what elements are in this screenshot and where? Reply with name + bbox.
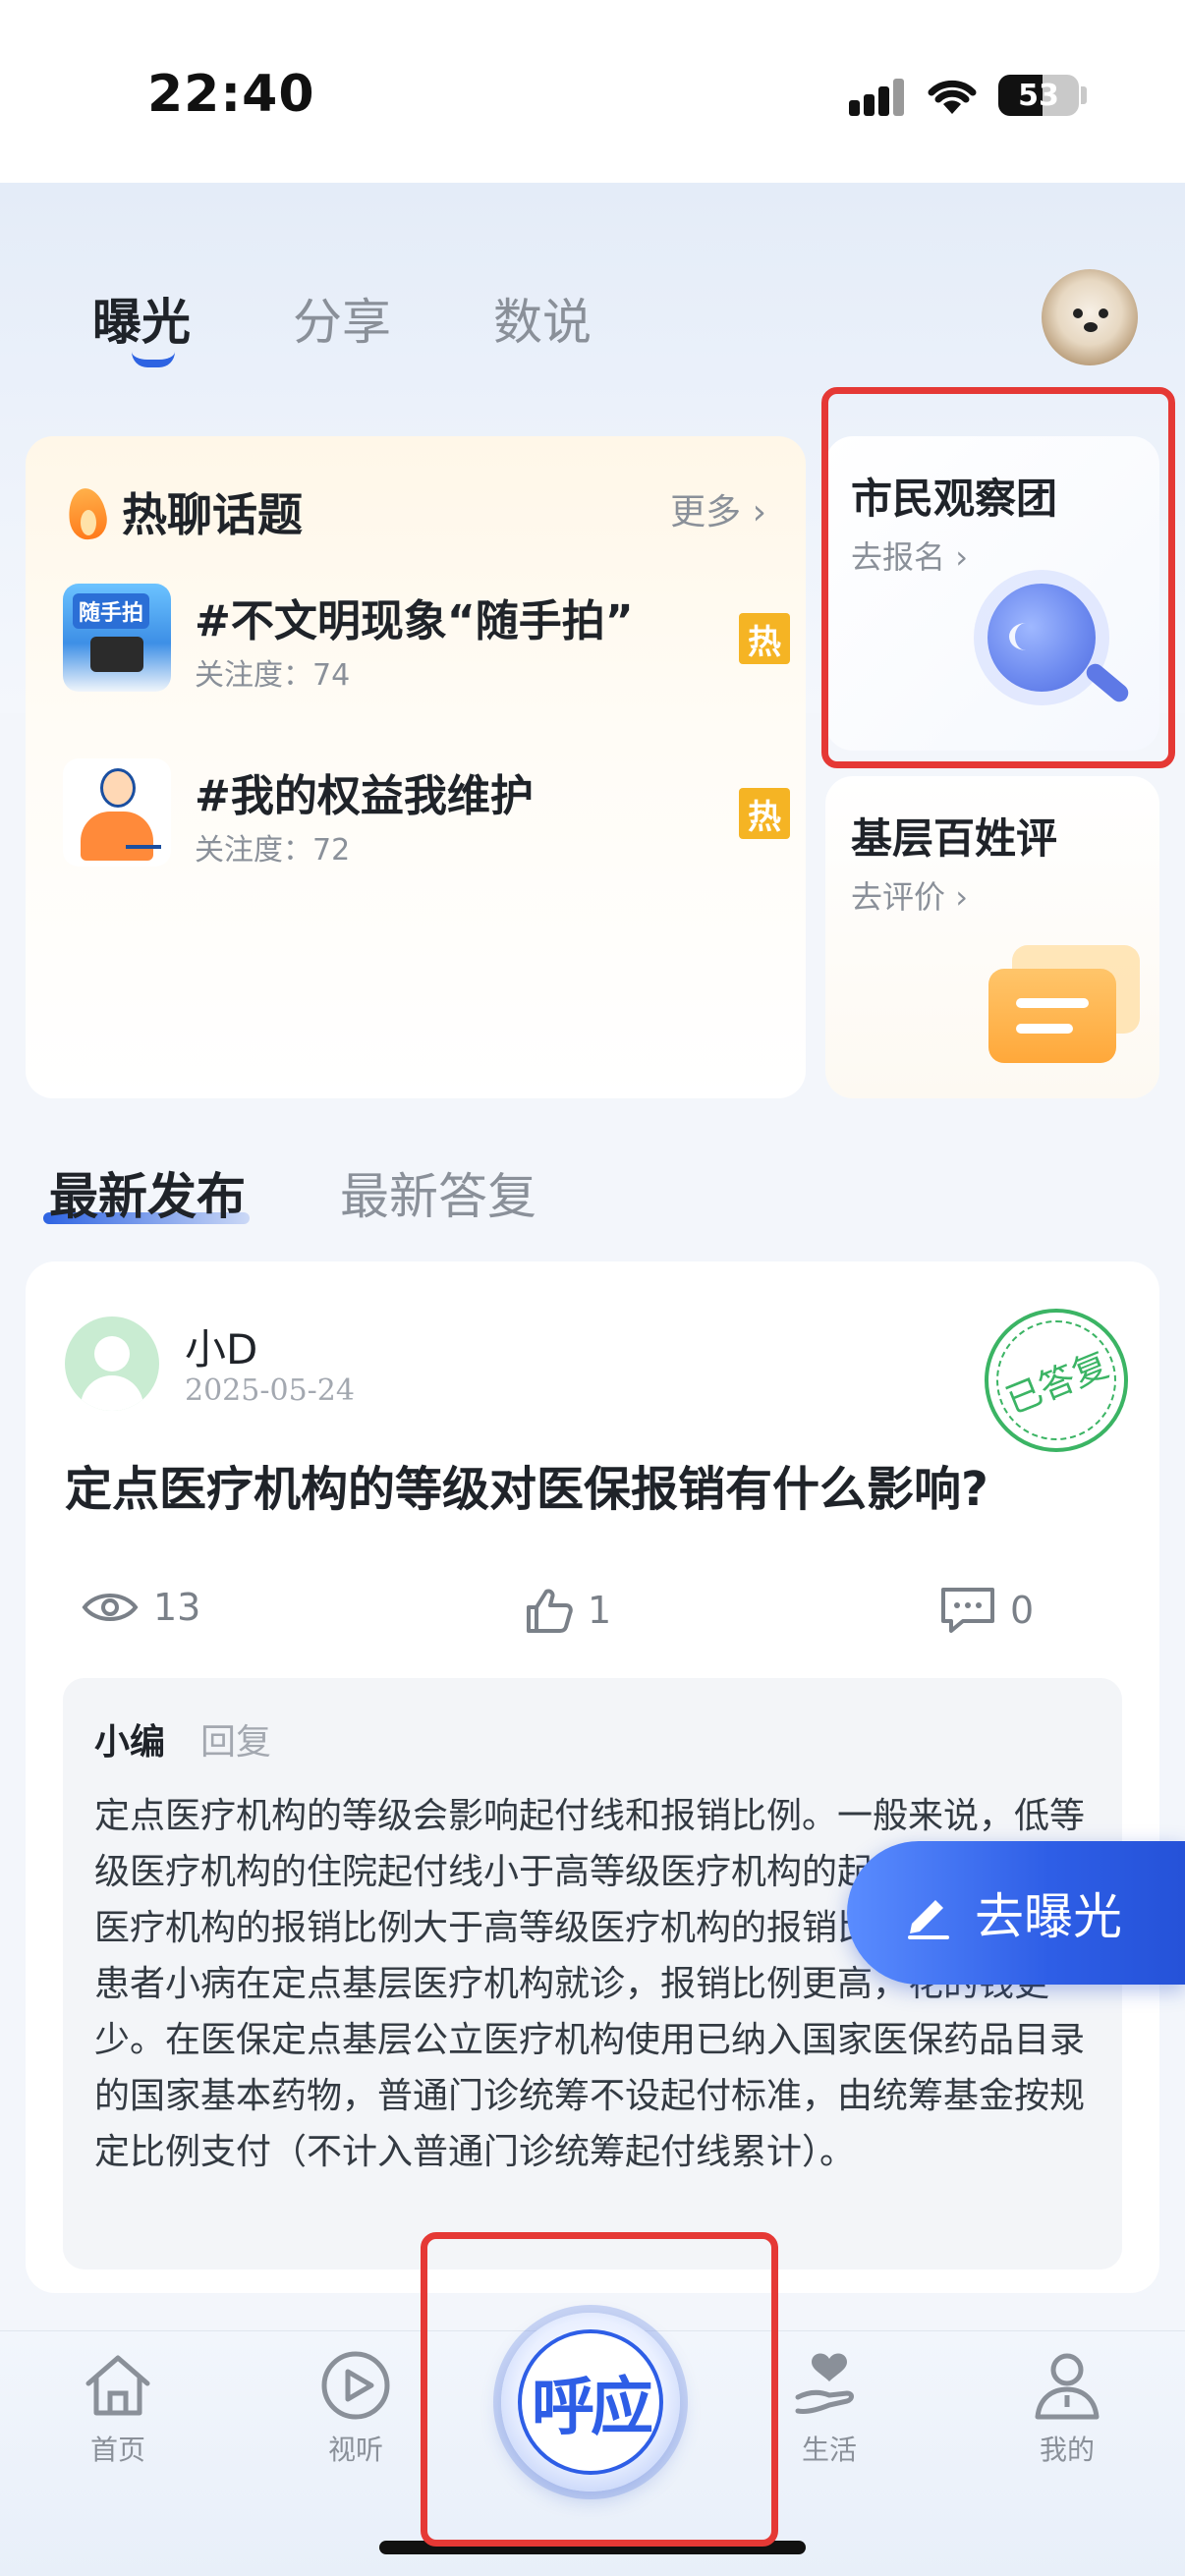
user-avatar[interactable] [65,1316,159,1411]
section-tabs: 最新发布 最新答复 [43,1157,631,1228]
expose-fab-label: 去曝光 [975,1888,1122,1945]
pencil-icon [908,1900,949,1939]
tab-latest-posts-label: 最新发布 [49,1168,246,1225]
nav-life-label: 生活 [801,2434,857,2466]
eye-icon [82,1594,139,1621]
chevron-right-icon: › [955,878,968,916]
heart-hand-icon [795,2353,854,2414]
comment-button[interactable]: 0 [939,1586,1034,1635]
wifi-icon [928,80,977,114]
chevron-right-icon: › [752,492,766,532]
views-count: 13 [153,1586,201,1629]
topic-thumbnail: 随手拍 [63,584,171,692]
expose-fab-button[interactable]: 去曝光 [847,1841,1185,1985]
topic-item[interactable]: #我的权益我维护 关注度：72 热 [63,758,790,876]
nav-home-label: 首页 [89,2434,145,2466]
like-button[interactable]: 1 [525,1586,611,1635]
nav-media[interactable]: 视听 [287,2348,424,2468]
nav-media-label: 视听 [327,2434,383,2466]
thumbs-up-icon [527,1589,573,1633]
nav-mine-label: 我的 [1039,2434,1095,2466]
views-stat: 13 [81,1586,200,1629]
status-bar: 22:40 53 [0,0,1185,183]
topic-name: #我的权益我维护 [195,771,534,821]
review-label: 去评价 [851,878,946,916]
grassroots-review-card[interactable]: 基层百姓评 去评价 › [825,776,1159,1098]
person-head [100,768,136,808]
nav-home[interactable]: 首页 [49,2348,187,2468]
username: 小D [185,1325,258,1373]
cellular-signal-icon [849,77,908,116]
scale-icon [126,819,161,849]
hot-topics-title: 热聊话题 [122,488,303,541]
highlight-box-center-button [421,2232,778,2547]
nav-mine[interactable]: 我的 [998,2348,1136,2468]
person-icon [1035,2353,1100,2420]
battery-level: 53 [1018,79,1059,113]
post-title[interactable]: 定点医疗机构的等级对医保报销有什么影响? [65,1450,988,1519]
answered-stamp: 已答复 [985,1309,1128,1452]
thumbnail-label: 随手拍 [73,593,150,629]
post-date: 2025-05-24 [185,1373,355,1408]
comment-icon [941,1588,994,1633]
reply-author: 小编 [94,1722,166,1763]
profile-avatar[interactable] [1042,269,1138,365]
topic-thumbnail [63,758,171,867]
home-icon [85,2355,150,2416]
topic-name: #不文明现象“随手拍” [195,596,634,646]
status-time: 22:40 [147,65,315,124]
likes-count: 1 [588,1589,612,1632]
tab-latest-posts[interactable]: 最新发布 [43,1157,250,1228]
post-card[interactable]: 小D 2025-05-24 已答复 定点医疗机构的等级对医保报销有什么影响? 1… [26,1261,1159,2293]
stamp-label: 已答复 [1000,1345,1115,1423]
phone-illustration [90,637,143,672]
tab-data-talk[interactable]: 数说 [493,283,592,354]
fire-icon [65,482,110,541]
hot-badge: 热 [739,613,790,664]
hot-topics-card: 热聊话题 更多 › 随手拍 #不文明现象“随手拍” 关注度：74 热 #我的权益… [26,436,806,1098]
battery-icon: 53 [998,75,1079,116]
tab-share[interactable]: 分享 [293,283,391,354]
battery-tip [1081,86,1087,104]
topic-followers: 关注度：72 [195,833,351,868]
avatar-nose [1084,322,1098,332]
tab-latest-replies[interactable]: 最新答复 [340,1157,536,1228]
play-icon [321,2351,390,2420]
grassroots-review-title: 基层百姓评 [851,814,1058,863]
chat-bubble-icon [988,969,1116,1063]
hot-topics-header: 热聊话题 [65,479,303,544]
hot-badge: 热 [739,788,790,839]
avatar-eye [1073,308,1083,318]
highlight-box-citizen-card [821,387,1175,768]
nav-life[interactable]: 生活 [761,2348,898,2468]
top-tabs: 曝光 分享 数说 [92,283,694,367]
topic-followers: 关注度：74 [195,658,351,693]
more-link[interactable]: 更多 › [670,483,766,534]
review-link[interactable]: 去评价 › [851,872,968,918]
comments-count: 0 [1010,1589,1035,1632]
tab-expose-label: 曝光 [92,294,191,351]
topic-item[interactable]: 随手拍 #不文明现象“随手拍” 关注度：74 热 [63,584,790,701]
tab-expose[interactable]: 曝光 [92,283,191,367]
more-label: 更多 [670,492,742,532]
avatar-eye [1099,308,1108,318]
reply-label: 回复 [200,1722,272,1763]
